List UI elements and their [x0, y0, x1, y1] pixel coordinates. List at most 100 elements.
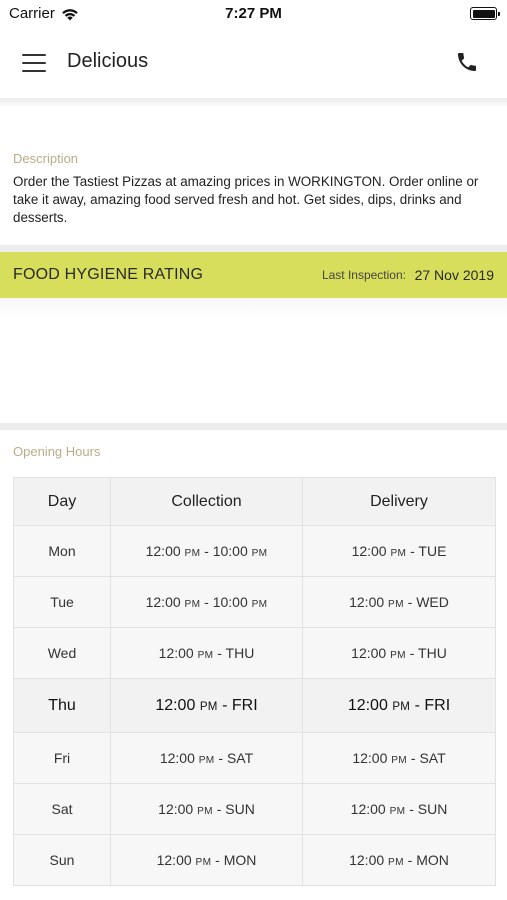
day-cell: Thu — [13, 678, 111, 733]
time-to: THU — [418, 645, 447, 661]
time-to: MON — [416, 852, 449, 868]
time-from-ampm: PM — [199, 700, 218, 713]
day-cell: Sun — [13, 834, 111, 886]
day-label: Tue — [50, 594, 74, 610]
day-label: Thu — [48, 696, 76, 714]
section-divider — [0, 423, 507, 430]
delivery-cell: 12:00 PM - SAT — [302, 732, 496, 784]
time-to: FRI — [424, 696, 451, 714]
time-from: 12:00 — [158, 801, 194, 817]
delivery-cell: 12:00 PM - SUN — [302, 783, 496, 835]
time-from-ampm: PM — [388, 857, 404, 868]
time-to: WED — [416, 594, 449, 610]
food-hygiene-bar: FOOD HYGIENE RATING Last Inspection: 27 … — [0, 252, 507, 298]
opening-hours-table: Day Collection Delivery Mon 12:00 PM - 10… — [13, 477, 496, 886]
collection-cell: 12:00 PM - SUN — [110, 783, 303, 835]
time-from: 12:00 — [352, 750, 388, 766]
table-row: Thu 12:00 PM - FRI 12:00 PM - FRI — [13, 678, 496, 733]
time-to-ampm: PM — [251, 548, 268, 559]
section-divider — [0, 245, 507, 252]
time-from-ampm: PM — [391, 755, 407, 766]
time-to: SAT — [226, 750, 254, 766]
table-row: Wed 12:00 PM - THU 12:00 PM - THU — [13, 627, 496, 679]
time-from-ampm: PM — [198, 755, 215, 766]
opening-hours-label: Opening Hours — [13, 444, 101, 459]
time-from-ampm: PM — [389, 806, 406, 817]
delivery-cell: 12:00 PM - WED — [302, 576, 496, 628]
time-from-ampm: PM — [390, 650, 406, 661]
time-from: 12:00 — [351, 645, 387, 661]
time-from: 12:00 — [350, 801, 386, 817]
day-cell: Tue — [13, 576, 111, 628]
time-from: 12:00 — [145, 543, 181, 559]
header-collection: Collection — [110, 477, 303, 526]
table-row: Mon 12:00 PM - 10:00 PM 12:00 PM - TUE — [13, 525, 496, 577]
phone-icon[interactable] — [455, 50, 479, 74]
time-to-ampm: PM — [251, 599, 268, 610]
time-to: THU — [225, 645, 255, 661]
time-from: 12:00 — [145, 594, 181, 610]
last-inspection-date: 27 Nov 2019 — [414, 267, 494, 283]
table-row: Fri 12:00 PM - SAT 12:00 PM - SAT — [13, 732, 496, 784]
collection-cell: 12:00 PM - THU — [110, 627, 303, 679]
last-inspection-label: Last Inspection: — [321, 268, 406, 282]
collection-cell: 12:00 PM - FRI — [110, 678, 303, 733]
delivery-cell: 12:00 PM - THU — [302, 627, 496, 679]
time-from: 12:00 — [155, 696, 196, 714]
food-hygiene-title: FOOD HYGIENE RATING — [13, 266, 204, 283]
day-label: Sun — [49, 852, 75, 868]
collection-cell: 12:00 PM - MON — [110, 834, 303, 886]
day-cell: Mon — [13, 525, 111, 577]
delivery-cell: 12:00 PM - TUE — [302, 525, 496, 577]
description-label: Description — [13, 151, 79, 166]
time-from-ampm: PM — [388, 599, 404, 610]
table-row: Tue 12:00 PM - 10:00 PM 12:00 PM - WED — [13, 576, 496, 628]
day-label: Wed — [47, 645, 77, 661]
table-header-row: Day Collection Delivery — [13, 477, 496, 526]
time-to: SUN — [225, 801, 255, 817]
table-row: Sun 12:00 PM - MON 12:00 PM - MON — [13, 834, 496, 886]
time-from: 12:00 — [158, 645, 194, 661]
hygiene-rating-area — [0, 298, 507, 316]
header-day: Day — [13, 477, 111, 526]
delivery-cell: 12:00 PM - FRI — [302, 678, 496, 733]
time-from: 12:00 — [349, 594, 385, 610]
time-from-ampm: PM — [392, 700, 411, 713]
battery-icon — [470, 7, 500, 20]
table-row: Sat 12:00 PM - SUN 12:00 PM - SUN — [13, 783, 496, 835]
time-from: 12:00 — [349, 852, 385, 868]
hamburger-menu-icon[interactable] — [22, 54, 46, 72]
time-to: TUE — [418, 543, 447, 559]
time-from-ampm: PM — [197, 650, 214, 661]
delivery-cell: 12:00 PM - MON — [302, 834, 496, 886]
time-to: 10:00 — [212, 543, 248, 559]
nav-shadow — [0, 98, 507, 106]
status-time: 7:27 PM — [225, 5, 282, 22]
collection-cell: 12:00 PM - 10:00 PM — [110, 576, 303, 628]
status-bar: Carrier 7:27 PM — [0, 0, 507, 28]
time-from-ampm: PM — [184, 548, 201, 559]
nav-bar: Delicious — [0, 28, 507, 98]
time-from: 12:00 — [159, 750, 195, 766]
time-to: SAT — [419, 750, 446, 766]
day-cell: Sat — [13, 783, 111, 835]
time-from-ampm: PM — [195, 857, 212, 868]
header-delivery: Delivery — [302, 477, 496, 526]
time-to: SUN — [417, 801, 448, 817]
time-to: MON — [223, 852, 257, 868]
time-from: 12:00 — [347, 696, 388, 714]
time-from-ampm: PM — [184, 599, 201, 610]
time-from: 12:00 — [156, 852, 192, 868]
collection-cell: 12:00 PM - SAT — [110, 732, 303, 784]
page-title: Delicious — [67, 50, 149, 72]
time-to: 10:00 — [212, 594, 248, 610]
day-label: Sat — [51, 801, 73, 817]
time-from-ampm: PM — [390, 548, 407, 559]
description-text: Order the Tastiest Pizzas at amazing pri… — [13, 174, 479, 225]
day-cell: Wed — [13, 627, 111, 679]
time-to: FRI — [231, 696, 258, 714]
day-label: Mon — [48, 543, 76, 559]
time-from-ampm: PM — [197, 806, 213, 817]
day-label: Fri — [53, 750, 71, 766]
day-cell: Fri — [13, 732, 111, 784]
